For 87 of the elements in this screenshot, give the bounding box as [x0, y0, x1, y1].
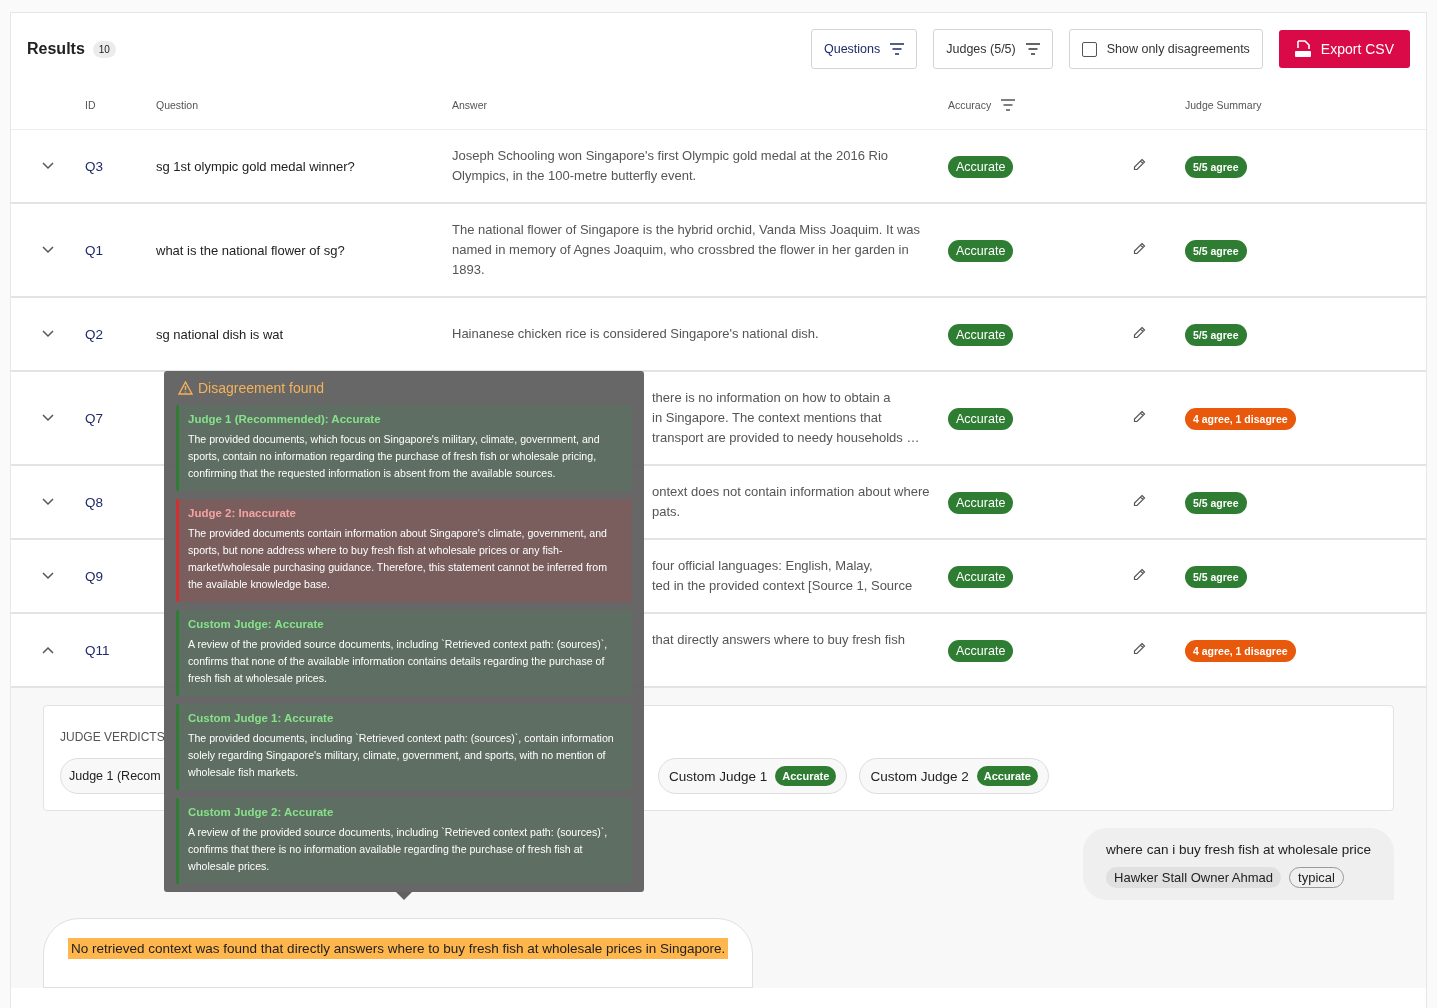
answer-text: Joseph Schooling won Singapore's first Olympic gold medal at the 2016 Rio Olympics, in the 100-metre butterfly event. [452, 147, 890, 185]
question-text: sg national dish is wat [156, 327, 284, 342]
section-title: JUDGE VERDICTS [60, 730, 165, 744]
accuracy-badge: Accurate [948, 566, 1014, 588]
expand-chevron-icon[interactable] [42, 572, 54, 580]
results-title: Results [27, 40, 85, 58]
answer-text: in Singapore. The context mentions that [652, 409, 882, 427]
judge-verdict-heading: Judge 1 (Recommended): Accurate [188, 413, 382, 425]
pencil-icon[interactable] [1133, 242, 1146, 255]
answer-text: The national flower of Singapore is the hybrid orchid, Vanda Miss Joaquim. It was named in memory of Agnes Joaquim, who crossbred the flower in her garden in 1893. [452, 221, 921, 279]
persona-tag: Hawker Stall Owner Ahmad [1106, 867, 1282, 888]
judge-chip[interactable]: Custom Judge 2 Accurate [859, 758, 1049, 794]
judge-summary-badge: 4 agree, 1 disagree [1185, 640, 1296, 662]
pencil-icon[interactable] [1133, 158, 1146, 171]
verdict-badge: Accurate [775, 766, 837, 786]
filter-icon [890, 43, 905, 55]
answer-text: Hainanese chicken rice is considered Singapore's national dish. [452, 325, 820, 343]
judge-summary-badge: 5/5 agree [1185, 156, 1247, 178]
judge-summary-badge: 5/5 agree [1185, 324, 1247, 346]
pencil-icon[interactable] [1133, 642, 1146, 655]
question-id[interactable]: Q3 [85, 158, 156, 174]
judge-summary-badge: 4 agree, 1 disagree [1185, 408, 1296, 430]
expand-chevron-icon[interactable] [42, 330, 54, 338]
judge-summary-badge: 5/5 agree [1185, 566, 1247, 588]
accuracy-badge: Accurate [948, 492, 1014, 514]
answer-text: four official languages: English, Malay, [652, 557, 873, 575]
accuracy-badge: Accurate [948, 408, 1014, 430]
export-button[interactable]: Export CSV [1278, 30, 1410, 68]
filter-button[interactable]: Judges (5/5) [933, 29, 1053, 69]
expand-chevron-icon[interactable] [42, 414, 54, 422]
filter-button[interactable]: Questions [810, 29, 918, 69]
column-header: Answer [452, 99, 488, 111]
answer-text: there is no information on how to obtain a [652, 389, 891, 407]
answer-text: pats. [652, 503, 681, 521]
question-id[interactable]: Q8 [85, 494, 156, 510]
filter-icon[interactable] [1001, 99, 1016, 111]
pencil-icon[interactable] [1133, 410, 1146, 423]
results-count: 10 [92, 40, 116, 58]
answer-text: that directly answers where to buy fresh fish [652, 631, 905, 649]
judge-verdict-heading: Custom Judge 2: Accurate [188, 806, 335, 818]
disagreements-toggle[interactable]: Show only disagreements [1068, 29, 1263, 69]
judge-name: Custom Judge 2 [870, 768, 969, 784]
judge-reason-text: A review of the provided source documents, including `Retrieved context path: (sources)`, confirms that there is no information available regarding the purchase of fresh fish at wholesale prices. [188, 825, 609, 874]
question-id[interactable]: Q1 [85, 242, 156, 258]
judge-name: Custom Judge 1 [669, 768, 768, 784]
expand-chevron-icon[interactable] [42, 162, 54, 170]
column-header: Question [156, 99, 200, 111]
popup-title: Disagreement found [198, 380, 325, 396]
accuracy-badge: Accurate [948, 324, 1014, 346]
judge-verdict-heading: Custom Judge: Accurate [188, 618, 325, 630]
judge-name: Judge 1 (Recom [69, 769, 161, 783]
message-text: where can i buy fresh fish at wholesale price [1106, 842, 1371, 857]
judge-chip[interactable]: Custom Judge 1 Accurate [658, 758, 848, 794]
message-text: No retrieved context was found that directly answers where to buy fresh fish at wholesale prices in Singapore. [68, 938, 729, 959]
expand-chevron-icon[interactable] [42, 498, 54, 506]
checkbox[interactable] [1081, 41, 1097, 57]
filter-icon [1025, 43, 1040, 55]
judge-verdict-heading: Judge 2: Inaccurate [188, 507, 297, 519]
judge-reason-text: A review of the provided source documents, including `Retrieved context path: (sources)`, confirms that none of the available information contains details regarding the purchase of fresh fish at wholesale prices. [188, 637, 609, 686]
question-id[interactable]: Q7 [85, 410, 156, 426]
column-header: Judge Summary [1185, 99, 1263, 111]
expand-chevron-icon[interactable] [42, 246, 54, 254]
pencil-icon[interactable] [1133, 568, 1146, 581]
accuracy-badge: Accurate [948, 240, 1014, 262]
verdict-badge: Accurate [976, 766, 1038, 786]
question-id[interactable]: Q9 [85, 568, 156, 584]
judge-summary-badge: 5/5 agree [1185, 240, 1247, 262]
pencil-icon[interactable] [1133, 494, 1146, 507]
column-header: Accuracy [948, 99, 992, 111]
question-text: what is the national flower of sg? [156, 243, 345, 258]
accuracy-badge: Accurate [948, 640, 1014, 662]
question-text: sg 1st olympic gold medal winner? [156, 159, 355, 174]
warning-icon [178, 381, 193, 395]
question-id[interactable]: Q2 [85, 326, 156, 342]
judge-reason-text: The provided documents contain information about Singapore's climate, government, and sports, but none address where to buy fresh fish at wholesale prices or any fish-market/wholesale purchasing guidance. Therefore, this statement cannot be inferred from the available knowledge base. [188, 526, 609, 592]
accuracy-badge: Accurate [948, 156, 1014, 178]
collapse-chevron-icon[interactable] [42, 646, 54, 654]
answer-text: transport are provided to needy households … [652, 429, 920, 447]
judge-verdict-heading: Custom Judge 1: Accurate [188, 712, 335, 724]
judge-reason-text: The provided documents, which focus on Singapore's military, climate, government, and sports, contain no information regarding the purchase of fresh fish or wholesale pricing, confirming that the requested information is absent from the available sources. [188, 432, 601, 481]
question-id[interactable]: Q11 [85, 642, 156, 658]
pencil-icon[interactable] [1133, 326, 1146, 339]
column-header: ID [85, 99, 97, 111]
answer-text: ontext does not contain information about where [652, 483, 930, 501]
answer-text: ted in the provided context [Source 1, Source [652, 577, 913, 595]
csv-file-icon [1294, 40, 1311, 58]
judge-summary-badge: 5/5 agree [1185, 492, 1247, 514]
